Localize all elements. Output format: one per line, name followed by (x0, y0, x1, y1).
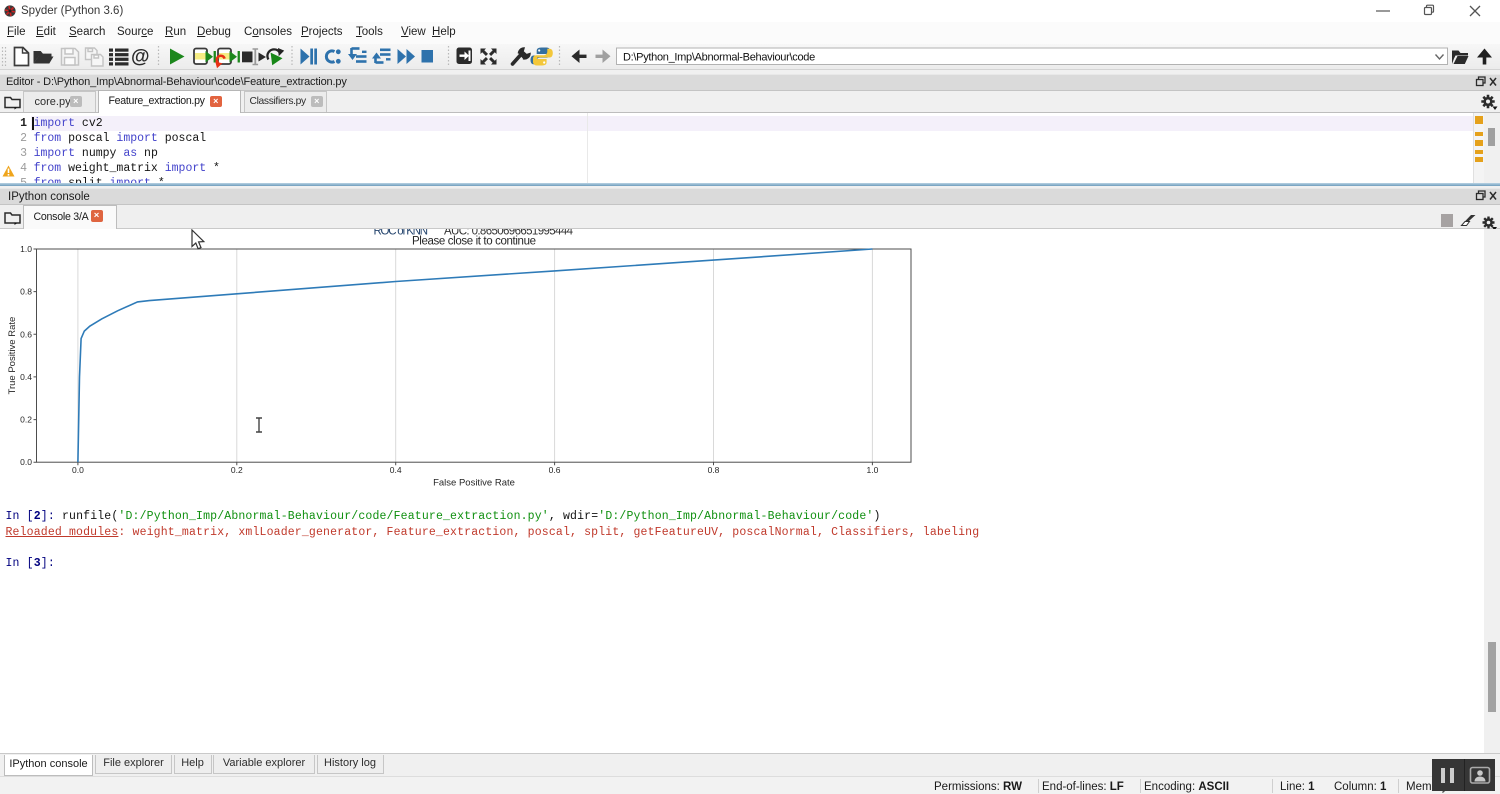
svg-text:0.0: 0.0 (72, 465, 84, 475)
svg-text:True Positive Rate: True Positive Rate (7, 317, 18, 395)
svg-text:0.4: 0.4 (20, 372, 32, 382)
svg-text:0.2: 0.2 (231, 465, 243, 475)
svg-text:False Positive Rate: False Positive Rate (433, 478, 515, 489)
svg-text:0.6: 0.6 (20, 329, 32, 339)
svg-text:0.4: 0.4 (390, 465, 402, 475)
svg-text:Please close it to continue: Please close it to continue (412, 235, 536, 247)
svg-text:0.6: 0.6 (549, 465, 561, 475)
svg-text:D:\Python_Imp\Abnormal-Behavio: D:\Python_Imp\Abnormal-Behaviour\code (623, 51, 815, 63)
svg-text:@: @ (131, 47, 150, 68)
svg-text:1.0: 1.0 (866, 465, 878, 475)
svg-text:0.2: 0.2 (20, 415, 32, 425)
svg-text:0.8: 0.8 (20, 287, 32, 297)
svg-text:1.0: 1.0 (20, 244, 32, 254)
svg-text:0.8: 0.8 (708, 465, 720, 475)
svg-text:0.0: 0.0 (20, 457, 32, 467)
